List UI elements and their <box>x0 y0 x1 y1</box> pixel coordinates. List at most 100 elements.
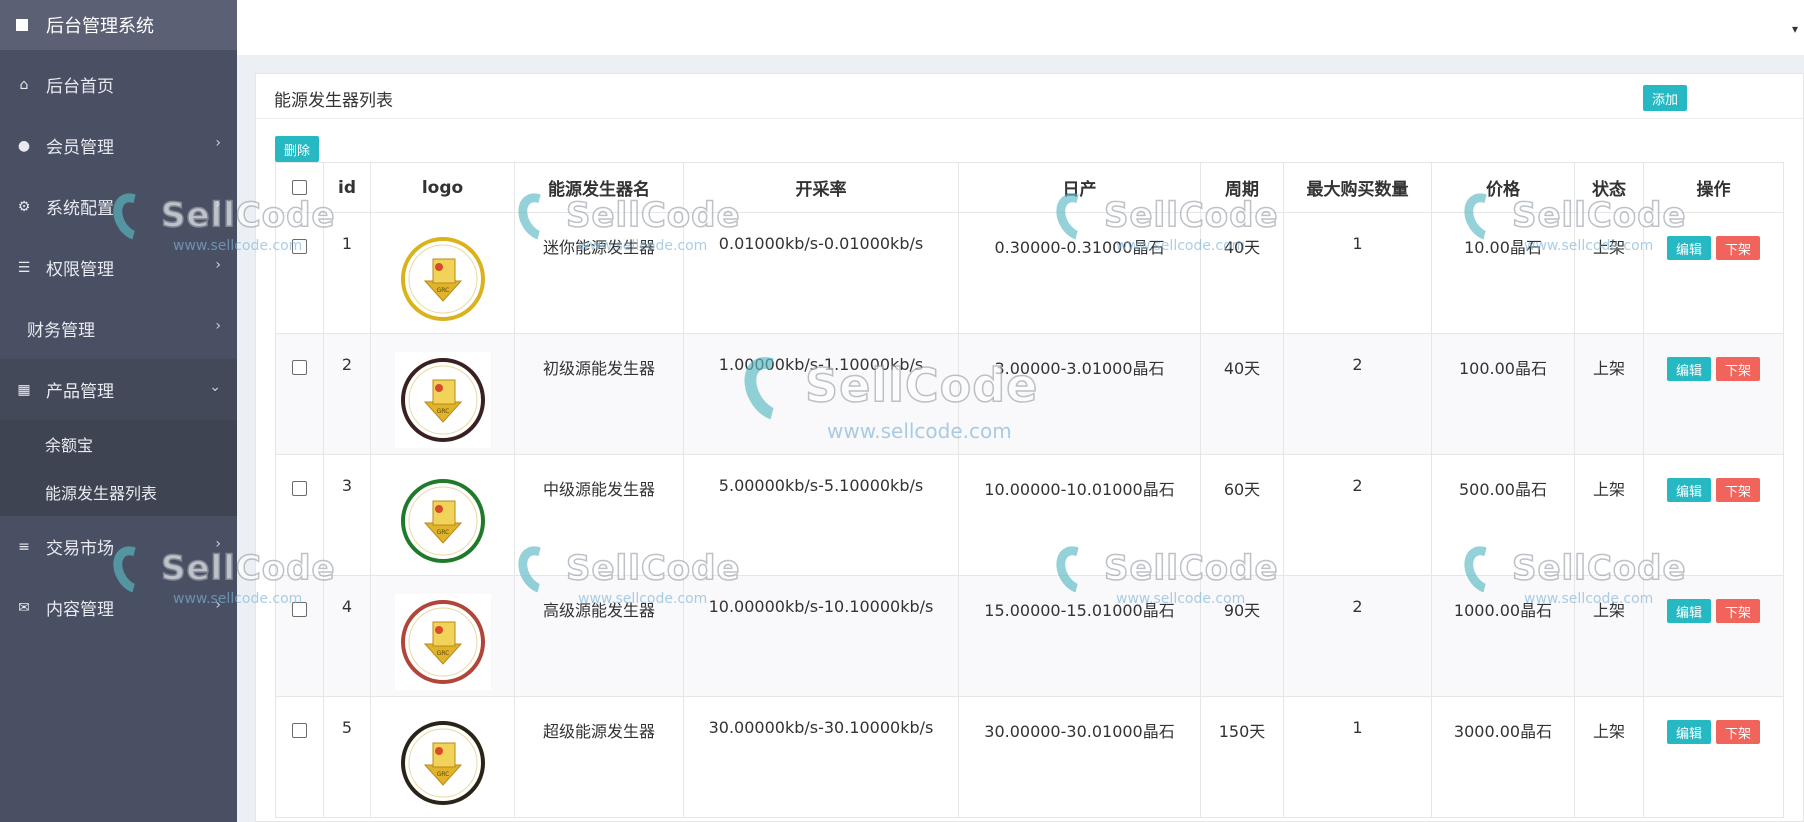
off-shelf-button[interactable]: 下架 <box>1716 478 1760 502</box>
chevron-right-icon: › <box>215 257 221 273</box>
sidebar-item-label: 内容管理 <box>46 600 114 620</box>
cell-actions: 编辑 下架 <box>1643 454 1784 576</box>
cell-rate: 0.01000kb/s-0.01000kb/s <box>683 212 959 334</box>
cell-daily: 30.00000-30.01000晶石 <box>958 696 1201 818</box>
top-bar: ▾ <box>237 0 1804 55</box>
sidebar-item-system-config[interactable]: ⚙ 系统配置 › <box>0 176 237 237</box>
cell-daily: 10.00000-10.01000晶石 <box>958 454 1201 576</box>
sidebar-item-content[interactable]: ✉ 内容管理 › <box>0 577 237 638</box>
cell-price: 3000.00晶石 <box>1431 696 1575 818</box>
chevron-right-icon: › <box>215 196 221 212</box>
row-checkbox[interactable] <box>292 239 307 254</box>
sidebar-item-finance[interactable]: 财务管理 › <box>0 298 237 359</box>
sidebar-item-products[interactable]: ▦ 产品管理 ⌄ <box>0 359 237 420</box>
cell-daily: 15.00000-15.01000晶石 <box>958 575 1201 697</box>
row-select-cell[interactable] <box>275 212 324 334</box>
cell-status: 上架 <box>1574 212 1644 334</box>
off-shelf-button[interactable]: 下架 <box>1716 357 1760 381</box>
cell-max: 2 <box>1283 575 1432 697</box>
table-row: 1 GRC 迷你能源发生器 0.01000kb/s-0.01000kb/s 0.3000… <box>275 212 1784 334</box>
chevron-right-icon: › <box>215 135 221 151</box>
cell-logo: GRC <box>370 333 515 455</box>
svg-text:GRC: GRC <box>436 287 449 294</box>
generator-table: id logo 能源发生器名 开采率 日产 周期 最大购买数量 价格 状态 操作… <box>275 162 1784 818</box>
cell-cycle: 40天 <box>1200 212 1284 334</box>
cell-daily: 3.00000-3.01000晶石 <box>958 333 1201 455</box>
off-shelf-button[interactable]: 下架 <box>1716 236 1760 260</box>
sidebar-item-label: 系统配置 <box>46 199 114 219</box>
cell-name: 初级源能发生器 <box>514 333 684 455</box>
svg-text:GRC: GRC <box>436 650 449 657</box>
column-header: id <box>323 162 371 213</box>
cell-cycle: 60天 <box>1200 454 1284 576</box>
edit-button[interactable]: 编辑 <box>1667 478 1711 502</box>
off-shelf-button[interactable]: 下架 <box>1716 720 1760 744</box>
envelope-icon: ✉ <box>18 599 30 616</box>
user-icon: ● <box>17 137 31 154</box>
cell-rate: 1.00000kb/s-1.10000kb/s <box>683 333 959 455</box>
sidebar-item-label: 权限管理 <box>46 260 114 280</box>
panel-header: 能源发生器列表 添加 <box>256 74 1803 119</box>
cell-id: 5 <box>323 696 371 818</box>
cell-cycle: 90天 <box>1200 575 1284 697</box>
cell-logo: GRC <box>370 212 515 334</box>
add-button[interactable]: 添加 <box>1643 85 1687 111</box>
windows-icon: ▦ <box>17 381 31 398</box>
cell-status: 上架 <box>1574 454 1644 576</box>
brand-title: 后台管理系统 <box>46 16 154 37</box>
column-header: 周期 <box>1200 162 1284 213</box>
sidebar-item-market[interactable]: ≡ 交易市场 › <box>0 516 237 577</box>
sidebar-subitem-generator-list[interactable]: 能源发生器列表 <box>0 468 237 516</box>
chevron-right-icon: › <box>215 536 221 552</box>
off-shelf-button[interactable]: 下架 <box>1716 599 1760 623</box>
edit-button[interactable]: 编辑 <box>1667 357 1711 381</box>
select-all-checkbox[interactable] <box>292 180 307 195</box>
delete-button[interactable]: 删除 <box>275 136 319 162</box>
cell-rate: 10.00000kb/s-10.10000kb/s <box>683 575 959 697</box>
column-header: 开采率 <box>683 162 959 213</box>
cell-name: 迷你能源发生器 <box>514 212 684 334</box>
cell-actions: 编辑 下架 <box>1643 575 1784 697</box>
sidebar-item-members[interactable]: ● 会员管理 › <box>0 115 237 176</box>
generator-logo: GRC <box>394 715 491 811</box>
cell-status: 上架 <box>1574 575 1644 697</box>
sidebar-item-label: 会员管理 <box>46 138 114 158</box>
row-checkbox[interactable] <box>292 602 307 617</box>
cell-name: 超级能源发生器 <box>514 696 684 818</box>
sidebar-item-label: 产品管理 <box>46 382 114 402</box>
table-row: 5 GRC 超级能源发生器 30.00000kb/s-30.10000kb/s 30.0… <box>275 696 1784 818</box>
row-checkbox[interactable] <box>292 360 307 375</box>
chevron-right-icon: › <box>215 318 221 334</box>
cell-rate: 30.00000kb/s-30.10000kb/s <box>683 696 959 818</box>
row-checkbox[interactable] <box>292 723 307 738</box>
column-header: 状态 <box>1574 162 1644 213</box>
row-checkbox[interactable] <box>292 481 307 496</box>
select-all-cell[interactable] <box>275 162 324 213</box>
row-select-cell[interactable] <box>275 454 324 576</box>
sidebar-subitem-yuebao[interactable]: 余额宝 <box>0 420 237 468</box>
brand-header[interactable]: 后台管理系统 <box>0 0 237 50</box>
row-select-cell[interactable] <box>275 333 324 455</box>
row-select-cell[interactable] <box>275 696 324 818</box>
generator-logo: GRC <box>394 352 491 448</box>
edit-button[interactable]: 编辑 <box>1667 599 1711 623</box>
cell-price: 10.00晶石 <box>1431 212 1575 334</box>
sidebar-item-permissions[interactable]: ☰ 权限管理 › <box>0 237 237 298</box>
table-row: 4 GRC 高级源能发生器 10.00000kb/s-10.10000kb/s 15.0… <box>275 575 1784 697</box>
cell-logo: GRC <box>370 575 515 697</box>
row-select-cell[interactable] <box>275 575 324 697</box>
cell-id: 2 <box>323 333 371 455</box>
cell-cycle: 40天 <box>1200 333 1284 455</box>
brand-square-icon <box>16 19 28 31</box>
cell-id: 3 <box>323 454 371 576</box>
sidebar-item-label: 后台首页 <box>46 77 114 97</box>
gears-icon: ⚙ <box>17 198 31 215</box>
cell-logo: GRC <box>370 696 515 818</box>
column-header: logo <box>370 162 515 213</box>
sidebar-item-home[interactable]: ⌂ 后台首页 <box>0 54 237 115</box>
edit-button[interactable]: 编辑 <box>1667 720 1711 744</box>
edit-button[interactable]: 编辑 <box>1667 236 1711 260</box>
cell-logo: GRC <box>370 454 515 576</box>
caret-down-icon[interactable]: ▾ <box>1792 22 1798 36</box>
cell-status: 上架 <box>1574 333 1644 455</box>
